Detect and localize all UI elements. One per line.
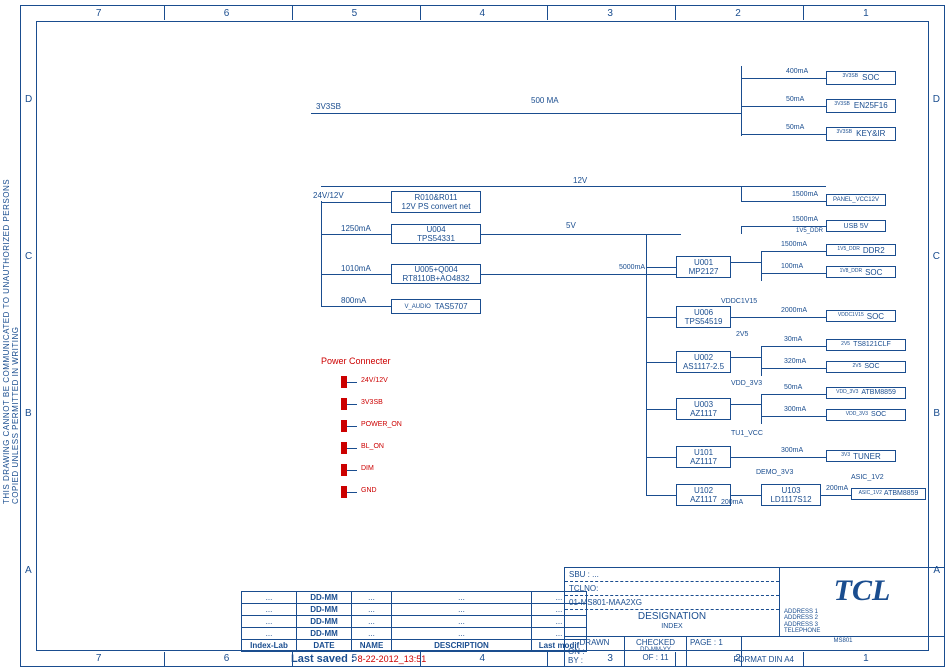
zone-left-D: D bbox=[933, 94, 940, 105]
block-r010: R010&R01112V PS convert net bbox=[391, 191, 481, 213]
block-u006-soc: VDDC1V15SOC bbox=[826, 310, 896, 322]
cur-800: 800mA bbox=[341, 296, 366, 305]
rail-vdd3v3: VDD_3V3 bbox=[731, 380, 762, 387]
conn-pin-BL_ON: BL_ON bbox=[361, 443, 384, 450]
rail-12v: 12V bbox=[573, 176, 587, 185]
block-u101: U101AZ1117 bbox=[676, 446, 731, 468]
cur-u006: 2000mA bbox=[781, 307, 807, 314]
rail-tu1vcc: TU1_VCC bbox=[731, 430, 763, 437]
zone-top-4: 4 bbox=[480, 8, 486, 19]
zone-top-7: 7 bbox=[96, 8, 102, 19]
power-connecter-title: Power Connecter bbox=[321, 356, 391, 366]
block-tas: V_AUDIOTAS5707 bbox=[391, 299, 481, 314]
zone-left-D: D bbox=[25, 94, 32, 105]
zone-top-3: 3 bbox=[607, 8, 613, 19]
revision-table: ...DD-MM............DD-MM............DD-… bbox=[241, 592, 587, 653]
block-u005: U005+Q004RT8110B+AO4832 bbox=[391, 264, 481, 284]
conn-pin-3V3SB: 3V3SB bbox=[361, 399, 383, 406]
block-tuner: 3V3TUNER bbox=[826, 450, 896, 462]
block-u103: U103LD1117S12 bbox=[761, 484, 821, 506]
zone-top-5: 5 bbox=[352, 8, 358, 19]
cur-u101: 300mA bbox=[781, 447, 803, 454]
block-atbm-asic: ASIC_1V2ATBM8859 bbox=[851, 488, 926, 500]
cur-1250: 1250mA bbox=[341, 224, 371, 233]
rail-3v3sb: 3V3SB bbox=[316, 102, 341, 111]
cur-1500: 1500mA bbox=[792, 191, 818, 198]
block-usb5v: USB 5V bbox=[826, 220, 886, 232]
zone-top-6: 6 bbox=[224, 653, 230, 664]
zone-top-6: 6 bbox=[224, 8, 230, 19]
tag-1v5ddr: 1V5_DDR bbox=[796, 228, 823, 234]
outer-frame: 7654321 7654321 DCBA DCBA 3V3SB 500 MA 4… bbox=[20, 5, 945, 667]
zone-top-2: 2 bbox=[735, 8, 741, 19]
zone-left-B: B bbox=[933, 408, 940, 419]
label-500ma: 500 MA bbox=[531, 96, 559, 105]
zone-left-C: C bbox=[933, 251, 940, 262]
confidentiality-note: THIS DRAWING CANNOT BE COMMUNICATED TO U… bbox=[2, 168, 20, 504]
block-u003-1: VDD_3V3SOC bbox=[826, 409, 906, 421]
block-panelvcc: PANEL_VCC12V bbox=[826, 194, 886, 206]
block-key&ir: 3V3SBKEY&IR bbox=[826, 127, 896, 141]
block-u001-1: 1V8_DDRSOC bbox=[826, 266, 896, 278]
conn-pin-GND: GND bbox=[361, 487, 377, 494]
conn-pin-24V/12V: 24V/12V bbox=[361, 377, 388, 384]
conn-pin-POWER_ON: POWER_ON bbox=[361, 421, 402, 428]
rail-vddc: VDDC1V15 bbox=[721, 298, 757, 305]
cur-1010: 1010mA bbox=[341, 264, 371, 273]
title-block: SBU : ... TCLNO: 01-MS801-MAA2XG DESIGNA… bbox=[564, 567, 944, 666]
rail-24v12v: 24V/12V bbox=[313, 191, 344, 200]
conn-pin-DIM: DIM bbox=[361, 465, 374, 472]
block-u006: U006TPS54519 bbox=[676, 306, 731, 328]
cur-usb5v: 1500mA bbox=[792, 216, 818, 223]
rail-demo3v3: DEMO_3V3 bbox=[756, 469, 793, 476]
zone-left-C: C bbox=[25, 251, 32, 262]
zone-left-B: B bbox=[25, 408, 32, 419]
zone-top-4: 4 bbox=[480, 653, 486, 664]
cur-u103: 200mA bbox=[826, 485, 848, 492]
block-u004: U004TPS54331 bbox=[391, 224, 481, 244]
block-u003-0: VDD_3V3ATBM8859 bbox=[826, 387, 906, 399]
block-soc: 3V3SBSOC bbox=[826, 71, 896, 85]
zone-top-1: 1 bbox=[863, 8, 869, 19]
block-u002-1: 2V5SOC bbox=[826, 361, 906, 373]
block-en25f16: 3V3SBEN25F16 bbox=[826, 99, 896, 113]
zone-top-7: 7 bbox=[96, 653, 102, 664]
rail-2v5: 2V5 bbox=[736, 331, 748, 338]
last-saved: Last saved : 8-22-2012_13:51 bbox=[291, 653, 426, 665]
block-u002: U002AS1117-2.5 bbox=[676, 351, 731, 373]
cur-u102: 200mA bbox=[721, 499, 743, 506]
rail-5v: 5V bbox=[566, 221, 576, 230]
cur-5000: 5000mA bbox=[619, 264, 645, 271]
block-u001-0: 1V5_DDRDDR2 bbox=[826, 244, 896, 256]
zone-left-A: A bbox=[25, 565, 32, 576]
block-u002-0: 2V5TS8121CLF bbox=[826, 339, 906, 351]
block-u003: U003AZ1117 bbox=[676, 398, 731, 420]
block-u001: U001MP2127 bbox=[676, 256, 731, 278]
rail-asic1v2: ASIC_1V2 bbox=[851, 474, 884, 481]
format-label: FORMAT DIN A4 bbox=[733, 655, 794, 664]
tcl-logo: TCL bbox=[834, 574, 891, 607]
